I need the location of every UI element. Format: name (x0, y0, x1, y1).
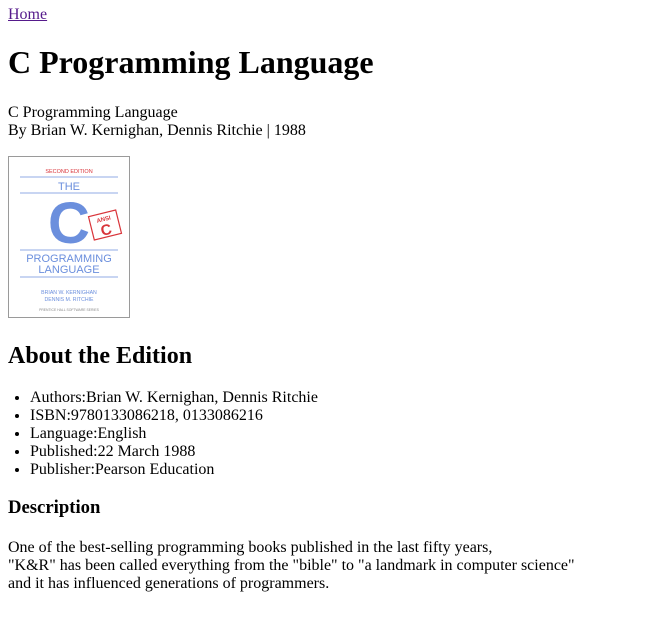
ansi-c-badge: ANSI C (87, 209, 123, 241)
detail-value: 22 March 1988 (97, 443, 196, 460)
detail-isbn: ISBN:9780133086218, 0133086216 (30, 407, 318, 425)
edition-heading: About the Edition (8, 343, 193, 369)
home-link[interactable]: Home (8, 6, 47, 24)
detail-label: Published: (30, 443, 98, 460)
description-text: One of the best-selling programming book… (8, 539, 648, 593)
cover-illustration: SECOND EDITION THE C ANSI C PROGRAMMING … (20, 169, 123, 312)
description-line: "K&R" has been called everything from th… (8, 557, 575, 574)
detail-label: Authors: (30, 389, 86, 406)
cover-series-text: PRENTICE HALL SOFTWARE SERIES (39, 308, 100, 312)
cover-big-c: C (48, 191, 90, 256)
detail-label: ISBN: (30, 407, 71, 424)
description-line: and it has influenced generations of pro… (8, 575, 330, 592)
edition-details-list: Authors:Brian W. Kernighan, Dennis Ritch… (8, 389, 318, 479)
cover-author2-text: DENNIS M. RITCHIE (45, 297, 95, 303)
description-heading: Description (8, 497, 101, 518)
detail-authors: Authors:Brian W. Kernighan, Dennis Ritch… (30, 389, 318, 407)
description-line: One of the best-selling programming book… (8, 539, 493, 556)
detail-value: Pearson Education (94, 461, 215, 478)
detail-language: Language:English (30, 425, 318, 443)
book-cover-image: SECOND EDITION THE C ANSI C PROGRAMMING … (8, 156, 130, 318)
book-info: C Programming Language By Brian W. Kerni… (8, 104, 306, 140)
book-byline: By Brian W. Kernighan, Dennis Ritchie | … (8, 122, 306, 139)
book-subtitle: C Programming Language (8, 104, 178, 121)
detail-value: English (97, 425, 147, 442)
detail-published: Published:22 March 1988 (30, 443, 318, 461)
detail-value: 9780133086218, 0133086216 (70, 407, 263, 424)
page-title: C Programming Language (8, 44, 374, 80)
detail-label: Language: (30, 425, 98, 442)
cover-edition-text: SECOND EDITION (45, 169, 92, 175)
detail-label: Publisher: (30, 461, 95, 478)
cover-language-text: LANGUAGE (38, 264, 99, 276)
cover-author1-text: BRIAN W. KERNIGHAN (41, 290, 97, 296)
detail-publisher: Publisher:Pearson Education (30, 461, 318, 479)
detail-value: Brian W. Kernighan, Dennis Ritchie (86, 389, 318, 406)
